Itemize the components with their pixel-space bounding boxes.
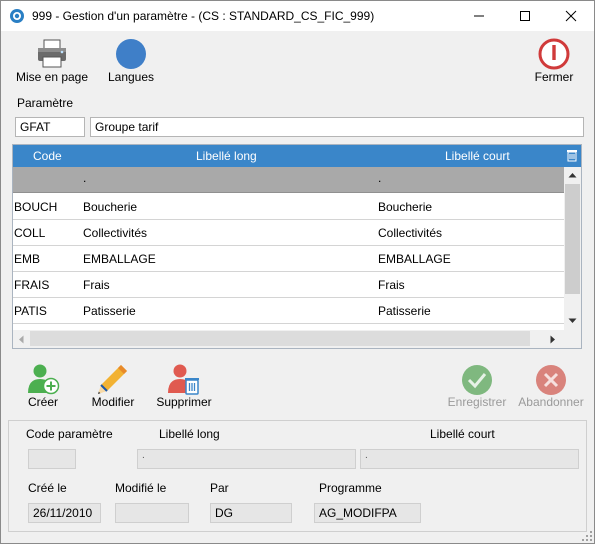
modified-label: Modifié le	[115, 481, 167, 495]
cell-code: COLL	[14, 226, 46, 240]
create-label: Créer	[27, 395, 58, 409]
delete-user-icon	[168, 364, 199, 395]
column-header-code[interactable]: Code	[33, 149, 62, 163]
cell-code: BOUCH	[14, 200, 58, 214]
code-parametre-field[interactable]	[28, 449, 76, 469]
vertical-scroll-thumb[interactable]	[565, 184, 580, 294]
cancel-label: Abandonner	[518, 395, 584, 409]
languages-icon	[116, 39, 146, 69]
program-label: Programme	[319, 481, 382, 495]
pencil-icon	[98, 365, 127, 394]
parametre-section-label: Paramètre	[17, 96, 74, 110]
app-icon	[10, 9, 24, 23]
printer-icon	[38, 39, 66, 68]
create-button[interactable]: Créer	[21, 363, 65, 411]
cell-libelle-long: Collectivités	[83, 226, 148, 240]
parameters-grid[interactable]: Code Libellé long Libellé court . . BOUC…	[12, 144, 582, 349]
minimize-icon	[474, 15, 484, 17]
close-form-button[interactable]: Fermer	[527, 37, 581, 87]
modify-label: Modifier	[91, 395, 135, 409]
table-row[interactable]: COLL Collectivités Collectivités	[13, 220, 564, 246]
cell-libelle-court: Frais	[378, 278, 405, 292]
cancel-x-icon	[536, 365, 566, 395]
maximize-icon	[520, 11, 530, 21]
detail-panel: Code paramètre Libellé long Libellé cour…	[8, 420, 587, 532]
table-row[interactable]: EMB EMBALLAGE EMBALLAGE	[13, 246, 564, 272]
scroll-up-icon[interactable]	[568, 172, 577, 178]
checkmark-icon	[462, 365, 492, 395]
cell-code: PATIS	[14, 304, 47, 318]
save-label: Enregistrer	[447, 395, 507, 409]
table-row[interactable]: BOUCH Boucherie Boucherie	[13, 194, 564, 220]
libelle-long-field[interactable]: .	[137, 449, 356, 469]
by-label: Par	[210, 481, 229, 495]
parametre-code-field[interactable]: GFAT	[15, 117, 85, 137]
cell-libelle-court: .	[378, 171, 382, 185]
column-header-libelle-long[interactable]: Libellé long	[196, 149, 257, 163]
modified-by-field: DG	[210, 503, 292, 523]
column-header-libelle-court[interactable]: Libellé court	[445, 149, 510, 163]
window-close-button[interactable]	[548, 1, 594, 31]
table-row[interactable]: FRAIS Frais Frais	[13, 272, 564, 298]
delete-button[interactable]: Supprimer	[152, 363, 216, 411]
libelle-court-field[interactable]: .	[360, 449, 579, 469]
libelle-long-label: Libellé long	[159, 427, 220, 441]
delete-label: Supprimer	[156, 395, 212, 409]
scroll-right-icon[interactable]	[550, 335, 556, 344]
created-date-field: 26/11/2010	[28, 503, 101, 523]
power-icon	[538, 38, 570, 70]
languages-button[interactable]: Langues	[103, 37, 159, 87]
cell-libelle-court: Boucherie	[378, 200, 433, 214]
save-button[interactable]: Enregistrer	[442, 363, 512, 411]
cancel-button[interactable]: Abandonner	[515, 363, 587, 411]
resize-grip-icon[interactable]	[581, 530, 593, 542]
cell-libelle-court: EMBALLAGE	[378, 252, 451, 266]
code-parametre-label: Code paramètre	[26, 427, 113, 441]
page-setup-button[interactable]: Mise en page	[9, 37, 95, 87]
created-label: Créé le	[28, 481, 67, 495]
cell-libelle-court: Collectivités	[378, 226, 443, 240]
scroll-down-icon[interactable]	[568, 318, 577, 324]
cell-code: FRAIS	[14, 278, 50, 292]
close-form-label: Fermer	[534, 70, 574, 84]
parametre-libelle-field[interactable]: Groupe tarif	[90, 117, 584, 137]
cell-libelle-long: Patisserie	[83, 304, 136, 318]
horizontal-scrollbar[interactable]	[13, 330, 581, 348]
program-field: AG_MODIFPA	[314, 503, 421, 523]
page-setup-label: Mise en page	[15, 70, 89, 84]
application-window: 999 - Gestion d'un paramètre - (CS : STA…	[0, 0, 595, 544]
cell-libelle-court: Patisserie	[378, 304, 431, 318]
cell-libelle-long: Boucherie	[83, 200, 138, 214]
close-icon	[565, 10, 577, 22]
add-user-icon	[28, 364, 60, 395]
cell-libelle-long: EMBALLAGE	[83, 252, 156, 266]
window-title: 999 - Gestion d'un paramètre - (CS : STA…	[32, 9, 375, 23]
vertical-scrollbar[interactable]	[564, 167, 581, 330]
cell-code: EMB	[14, 252, 41, 266]
cell-libelle-long: .	[83, 171, 87, 185]
column-chooser-icon[interactable]	[566, 149, 578, 162]
minimize-button[interactable]	[456, 1, 502, 31]
modified-date-field	[115, 503, 189, 523]
modify-button[interactable]: Modifier	[87, 363, 139, 411]
title-bar: 999 - Gestion d'un paramètre - (CS : STA…	[1, 1, 594, 31]
grid-header: Code Libellé long Libellé court	[13, 145, 581, 167]
scroll-left-icon[interactable]	[18, 335, 24, 344]
maximize-button[interactable]	[502, 1, 548, 31]
table-row-selected[interactable]: . .	[13, 167, 564, 193]
table-row[interactable]: PATIS Patisserie Patisserie	[13, 298, 564, 324]
horizontal-scroll-thumb[interactable]	[30, 331, 530, 346]
cell-libelle-long: Frais	[83, 278, 110, 292]
languages-label: Langues	[107, 70, 155, 84]
libelle-court-label: Libellé court	[430, 427, 495, 441]
